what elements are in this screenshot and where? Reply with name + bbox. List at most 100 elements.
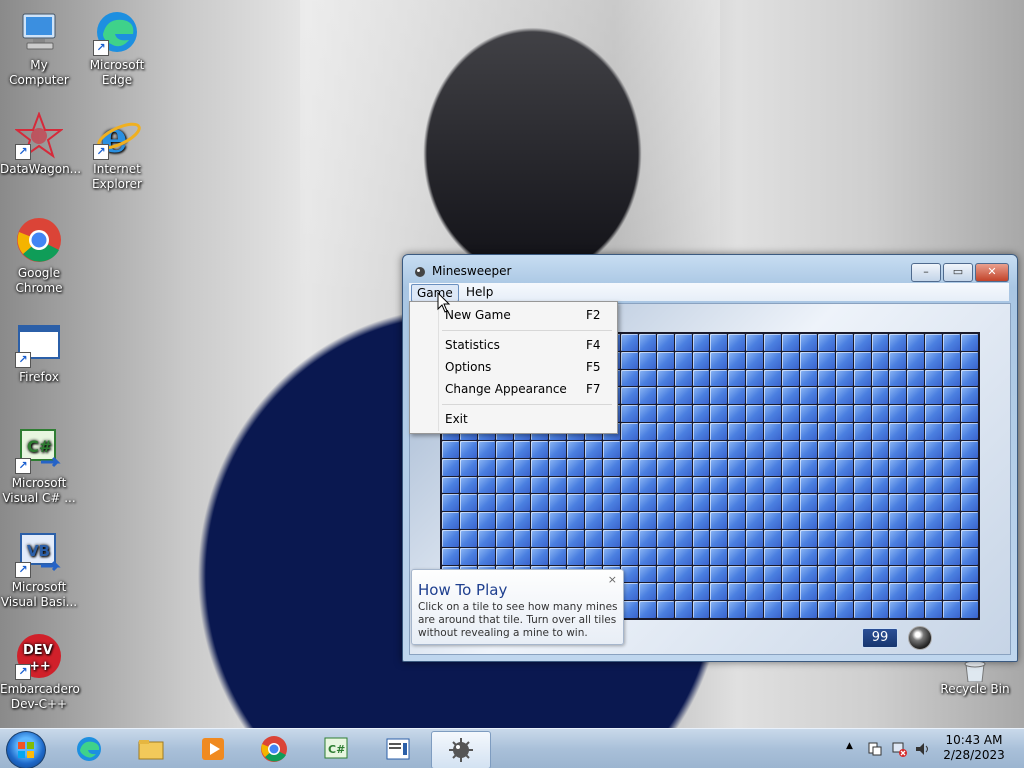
desktop-icon-chrome[interactable]: Google Chrome <box>0 216 78 296</box>
minefield-tile[interactable] <box>459 476 477 494</box>
minefield-tile[interactable] <box>531 529 549 547</box>
minefield-tile[interactable] <box>656 512 674 529</box>
minefield-tile[interactable] <box>764 440 782 458</box>
maximize-button[interactable]: ▭ <box>943 263 973 282</box>
minefield-tile[interactable] <box>710 405 728 423</box>
minefield-tile[interactable] <box>943 387 961 405</box>
minefield-tile[interactable] <box>674 351 692 369</box>
minefield-tile[interactable] <box>835 423 853 440</box>
minefield-tile[interactable] <box>620 387 638 405</box>
minefield-tile[interactable] <box>531 476 549 494</box>
minefield-tile[interactable] <box>889 547 907 565</box>
minefield-tile[interactable] <box>943 458 961 476</box>
minefield-tile[interactable] <box>817 512 835 529</box>
minefield-tile[interactable] <box>853 529 871 547</box>
minefield-tile[interactable] <box>674 512 692 529</box>
minefield-tile[interactable] <box>674 387 692 405</box>
minefield-tile[interactable] <box>871 351 889 369</box>
minefield-tile[interactable] <box>961 405 978 423</box>
minefield-tile[interactable] <box>817 565 835 583</box>
minefield-tile[interactable] <box>692 494 710 512</box>
minefield-tile[interactable] <box>871 512 889 529</box>
minefield-tile[interactable] <box>835 440 853 458</box>
minefield-tile[interactable] <box>549 440 567 458</box>
minefield-tile[interactable] <box>764 565 782 583</box>
minefield-tile[interactable] <box>907 334 925 351</box>
minefield-tile[interactable] <box>746 529 764 547</box>
minefield-tile[interactable] <box>692 547 710 565</box>
close-button[interactable]: ✕ <box>975 263 1009 282</box>
minefield-tile[interactable] <box>513 440 531 458</box>
minefield-tile[interactable] <box>961 458 978 476</box>
minefield-tile[interactable] <box>656 423 674 440</box>
minefield-tile[interactable] <box>871 423 889 440</box>
minefield-tile[interactable] <box>746 565 764 583</box>
minefield-tile[interactable] <box>585 494 603 512</box>
minefield-tile[interactable] <box>782 334 799 351</box>
minefield-tile[interactable] <box>728 494 746 512</box>
desktop-icon-recycle-bin[interactable]: Recycle Bin <box>940 660 1010 696</box>
minefield-tile[interactable] <box>638 423 656 440</box>
minefield-tile[interactable] <box>961 547 978 565</box>
action-center-icon[interactable] <box>867 741 883 757</box>
minefield-tile[interactable] <box>799 440 817 458</box>
minefield-tile[interactable] <box>961 601 978 618</box>
taskbar-chrome[interactable] <box>245 731 303 767</box>
minefield-tile[interactable] <box>782 369 799 387</box>
minefield-tile[interactable] <box>764 494 782 512</box>
minefield-tile[interactable] <box>567 529 585 547</box>
minefield-tile[interactable] <box>638 440 656 458</box>
minefield-tile[interactable] <box>943 476 961 494</box>
minefield-tile[interactable] <box>782 565 799 583</box>
minefield-tile[interactable] <box>782 351 799 369</box>
minefield-tile[interactable] <box>620 494 638 512</box>
minefield-tile[interactable] <box>889 334 907 351</box>
minefield-tile[interactable] <box>943 369 961 387</box>
minefield-tile[interactable] <box>585 512 603 529</box>
minefield-tile[interactable] <box>603 494 620 512</box>
minefield-tile[interactable] <box>746 334 764 351</box>
minefield-tile[interactable] <box>495 476 513 494</box>
minefield-tile[interactable] <box>531 494 549 512</box>
minefield-tile[interactable] <box>961 512 978 529</box>
minefield-tile[interactable] <box>728 351 746 369</box>
minefield-tile[interactable] <box>961 387 978 405</box>
minefield-tile[interactable] <box>871 565 889 583</box>
minefield-tile[interactable] <box>656 387 674 405</box>
minefield-tile[interactable] <box>746 440 764 458</box>
minefield-tile[interactable] <box>728 405 746 423</box>
minefield-tile[interactable] <box>907 476 925 494</box>
minefield-tile[interactable] <box>710 351 728 369</box>
minefield-tile[interactable] <box>710 334 728 351</box>
minefield-tile[interactable] <box>728 440 746 458</box>
minefield-tile[interactable] <box>925 512 943 529</box>
minefield-tile[interactable] <box>835 494 853 512</box>
minefield-tile[interactable] <box>835 458 853 476</box>
minefield-tile[interactable] <box>764 405 782 423</box>
minefield-tile[interactable] <box>961 565 978 583</box>
minefield-tile[interactable] <box>531 458 549 476</box>
minefield-tile[interactable] <box>728 565 746 583</box>
minefield-tile[interactable] <box>442 476 459 494</box>
minefield-tile[interactable] <box>799 369 817 387</box>
minefield-tile[interactable] <box>782 476 799 494</box>
minefield-tile[interactable] <box>817 440 835 458</box>
minefield-tile[interactable] <box>907 583 925 601</box>
minefield-tile[interactable] <box>835 334 853 351</box>
minefield-tile[interactable] <box>656 369 674 387</box>
minefield-tile[interactable] <box>889 565 907 583</box>
minefield-tile[interactable] <box>961 529 978 547</box>
minefield-tile[interactable] <box>764 334 782 351</box>
minefield-tile[interactable] <box>961 369 978 387</box>
minefield-tile[interactable] <box>889 440 907 458</box>
minefield-tile[interactable] <box>495 529 513 547</box>
minefield-tile[interactable] <box>674 334 692 351</box>
minefield-tile[interactable] <box>961 583 978 601</box>
minefield-tile[interactable] <box>889 476 907 494</box>
minefield-tile[interactable] <box>459 529 477 547</box>
minimize-button[interactable]: – <box>911 263 941 282</box>
menu-item-statistics[interactable]: Statistics F4 <box>412 335 613 355</box>
minefield-tile[interactable] <box>674 601 692 618</box>
minefield-tile[interactable] <box>549 547 567 565</box>
minefield-tile[interactable] <box>943 529 961 547</box>
